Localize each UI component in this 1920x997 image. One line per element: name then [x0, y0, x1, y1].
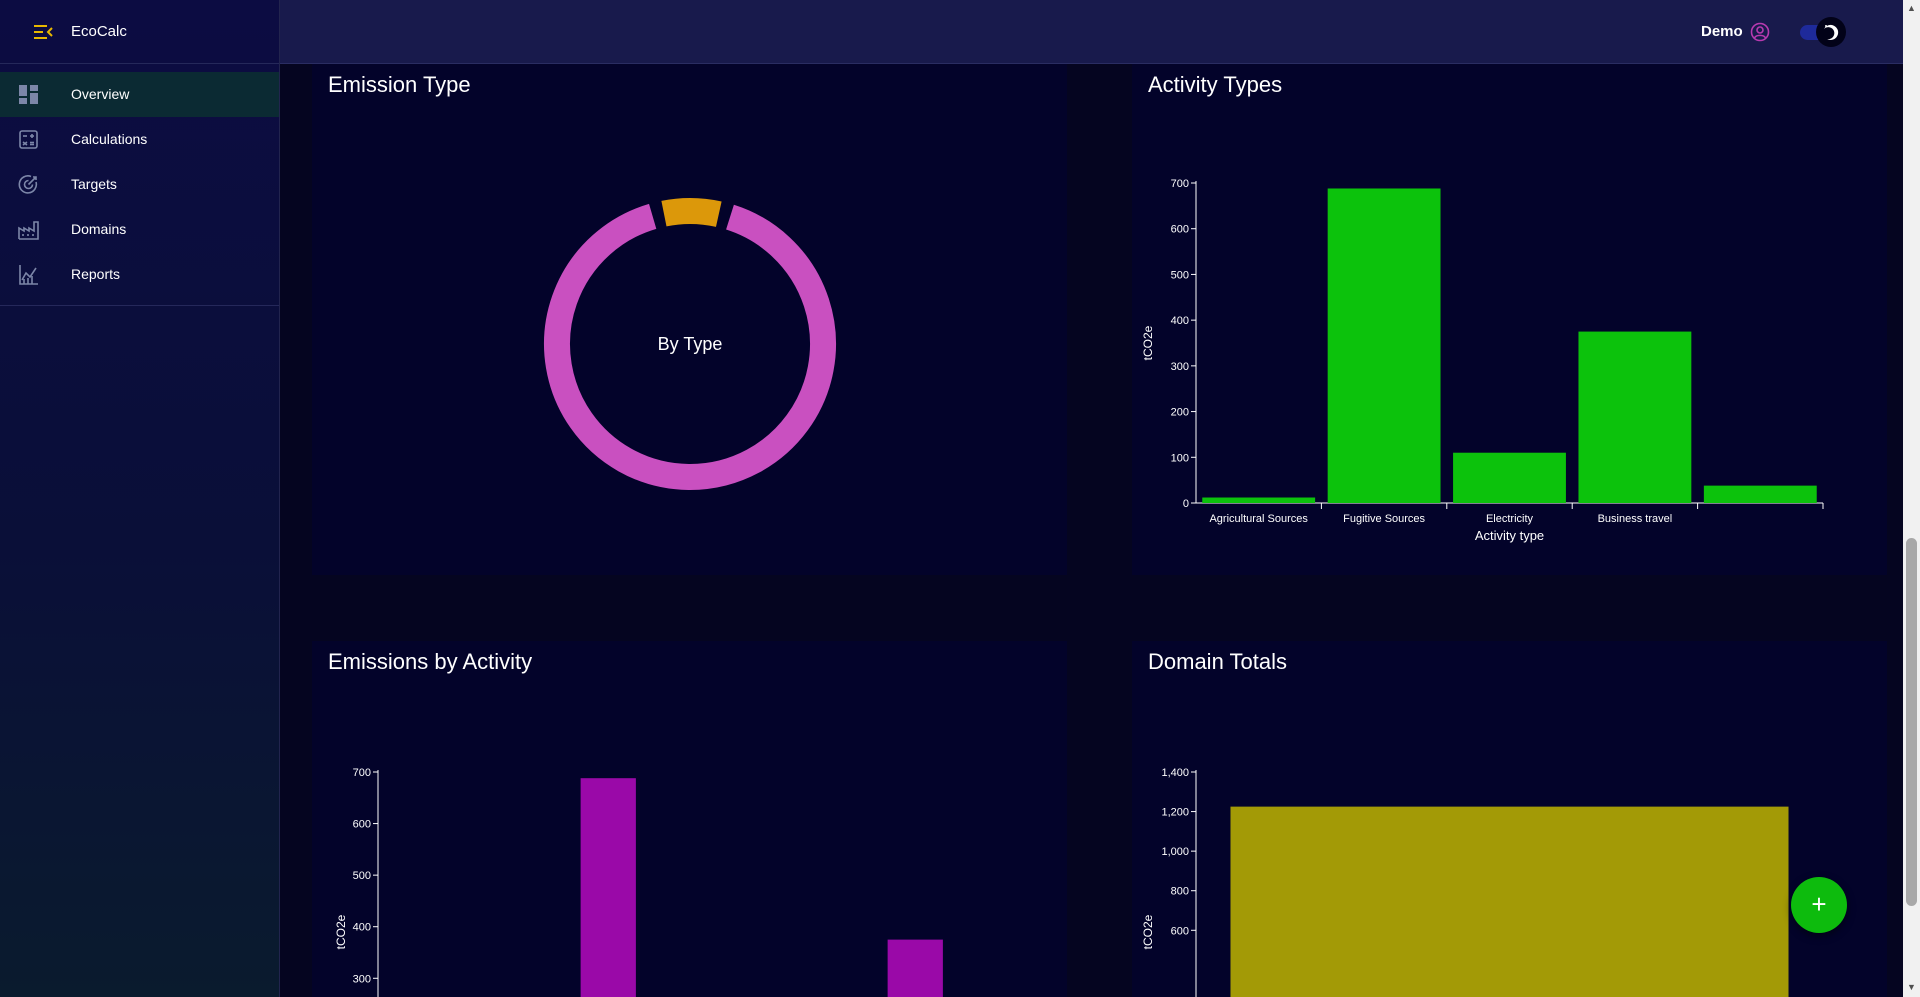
bar	[580, 778, 636, 997]
y-tick-label: 1,200	[1161, 807, 1189, 819]
emission-type-card: Emission Type By Type	[312, 64, 1067, 575]
x-tick-label: Business travel	[1598, 513, 1673, 525]
y-tick-label: 100	[1171, 452, 1189, 464]
y-tick-label: 600	[353, 819, 371, 831]
y-tick-label: 300	[1171, 361, 1189, 373]
chart-line-icon	[18, 264, 39, 285]
x-tick-label: Electricity	[1486, 513, 1534, 525]
sidebar-nav: Overview Calculations Targets Domains Re…	[0, 72, 279, 297]
emissions-by-activity-bar-chart: 300 400 500 600 700 tCO2e	[334, 767, 943, 997]
bar	[1453, 452, 1566, 503]
y-tick-label: 1,000	[1161, 846, 1189, 858]
domain-totals-bar-chart: 600 800 1,000 1,200 1,400 tCO2e	[1141, 767, 1789, 997]
bar	[1230, 806, 1789, 997]
moon-icon	[1824, 24, 1839, 40]
y-tick-label: 500	[353, 870, 371, 882]
domain-totals-card: Domain Totals 600 800 1,000 1,200 1,400 tCO2e	[1132, 641, 1887, 997]
sidebar: EcoCalc Overview Calculations Targets Do…	[0, 0, 280, 997]
y-axis-label: tCO2e	[1141, 914, 1155, 949]
activity-types-bar-chart: 0 100 200 300 400 500 600 700 tCO2e Agricultural …	[1141, 178, 1824, 543]
y-axis-label: tCO2e	[1141, 325, 1155, 360]
y-tick-label: 600	[1171, 925, 1189, 937]
y-tick-label: 200	[1171, 407, 1189, 419]
theme-toggle-knob	[1816, 17, 1846, 47]
sidebar-item-label: Overview	[71, 86, 130, 102]
x-axis-label: Activity type	[1475, 528, 1544, 543]
y-tick-label: 700	[1171, 178, 1189, 190]
factory-icon	[18, 219, 39, 240]
donut-center-label: By Type	[658, 334, 723, 354]
y-tick-label: 600	[1171, 224, 1189, 236]
bar	[1327, 188, 1441, 503]
sidebar-item-label: Reports	[71, 266, 121, 282]
y-tick-label: 0	[1183, 498, 1189, 510]
sidebar-item-label: Targets	[71, 176, 117, 192]
bar	[1703, 485, 1817, 503]
scroll-down-arrow-icon[interactable]: ▼	[1907, 982, 1916, 992]
donut-slice-1	[661, 198, 722, 227]
user-account-icon[interactable]	[1750, 22, 1770, 47]
scrollbar-thumb[interactable]	[1906, 538, 1917, 906]
target-icon	[18, 174, 39, 195]
theme-toggle[interactable]	[1798, 17, 1850, 47]
sidebar-item-reports[interactable]: Reports	[0, 252, 279, 297]
y-tick-label: 700	[353, 767, 371, 779]
user-name[interactable]: Demo	[1701, 23, 1743, 40]
sidebar-item-overview[interactable]: Overview	[0, 72, 279, 117]
x-tick-label: Fugitive Sources	[1343, 513, 1425, 525]
app-name: EcoCalc	[71, 23, 127, 40]
dashboard-icon	[18, 84, 39, 105]
bar	[1202, 497, 1316, 503]
x-tick-label: Agricultural Sources	[1209, 513, 1308, 525]
y-tick-label: 400	[1171, 315, 1189, 327]
sidebar-item-domains[interactable]: Domains	[0, 207, 279, 252]
scroll-up-arrow-icon[interactable]: ▲	[1907, 3, 1916, 13]
y-tick-label: 800	[1171, 886, 1189, 898]
sidebar-item-label: Calculations	[71, 131, 148, 147]
y-axis-label: tCO2e	[334, 914, 348, 949]
y-tick-label: 400	[353, 922, 371, 934]
menu-collapse-icon[interactable]	[33, 24, 53, 45]
emissions-by-activity-card: Emissions by Activity 300 400 500 600 700 tCO…	[312, 641, 1067, 997]
top-bar: Demo	[280, 0, 1903, 64]
sidebar-item-targets[interactable]: Targets	[0, 162, 279, 207]
add-button[interactable]: +	[1791, 877, 1847, 933]
bar	[1578, 331, 1692, 503]
sidebar-divider	[0, 305, 279, 306]
activity-types-card: Activity Types 0 100 200 300 400 500 600 700 tCO…	[1132, 64, 1887, 575]
brand-header: EcoCalc	[0, 0, 279, 64]
sidebar-item-calculations[interactable]: Calculations	[0, 117, 279, 162]
y-tick-label: 500	[1171, 269, 1189, 281]
sidebar-item-label: Domains	[71, 221, 127, 237]
y-tick-label: 1,400	[1161, 767, 1189, 779]
emission-type-donut-chart: By Type	[544, 198, 836, 490]
bar	[887, 939, 943, 997]
calculator-icon	[18, 129, 39, 150]
y-tick-label: 300	[353, 973, 371, 985]
page-scrollbar[interactable]: ▲ ▼	[1903, 0, 1920, 997]
